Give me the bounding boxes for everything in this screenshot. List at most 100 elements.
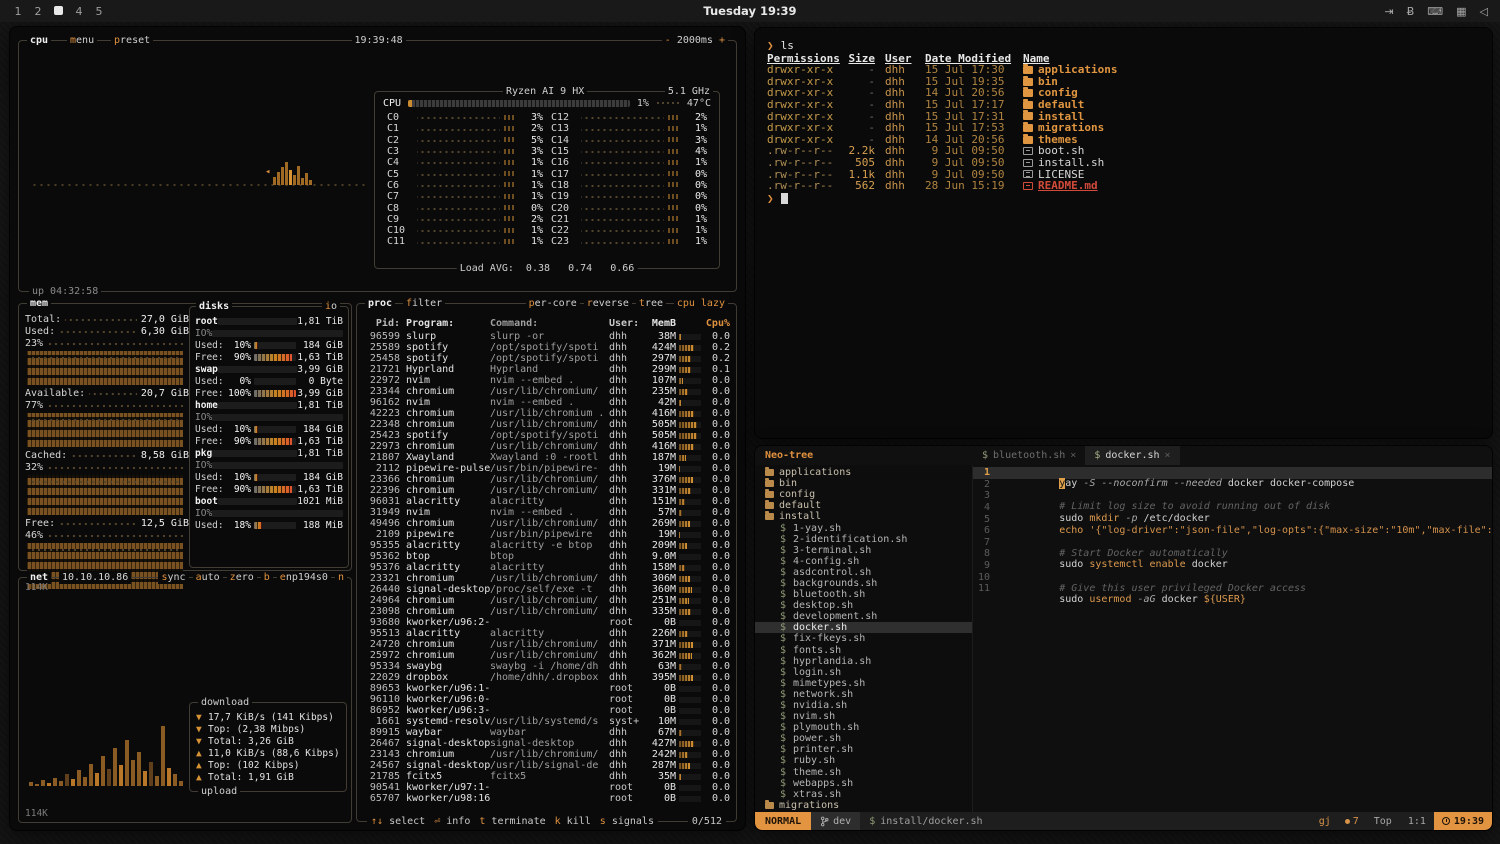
proc-toggle[interactable]: tree [636, 297, 666, 310]
screencast-icon[interactable]: ⇥ [1384, 5, 1393, 18]
net-toggle[interactable]: sync [158, 571, 188, 584]
tree-item[interactable]: applications [763, 467, 972, 478]
volume-icon[interactable]: ◁ [1480, 5, 1488, 18]
process-row[interactable]: 25972 chromium /usr/lib/chromium/ dhh 36… [361, 650, 732, 661]
process-row[interactable]: 23366 chromium /usr/lib/chromium/ dhh 37… [361, 474, 732, 485]
process-row[interactable]: 24964 chromium /usr/lib/chromium/ dhh 25… [361, 595, 732, 606]
process-row[interactable]: 90541 kworker/u97:1-bt root 0B 0.0 [361, 782, 732, 793]
process-row[interactable]: 65707 kworker/u98:16-b root 0B 0.0 [361, 793, 732, 804]
process-row[interactable]: 31949 nvim nvim --embed . dhh 57M 0.0 [361, 507, 732, 518]
process-row[interactable]: 25589 spotify /opt/spotify/spoti dhh 424… [361, 342, 732, 353]
preset-button[interactable]: preset [111, 34, 153, 47]
tree-item[interactable]: $ docker.sh [755, 622, 972, 633]
process-row[interactable]: 22029 dropbox /home/dhh/.dropbox dhh 395… [361, 672, 732, 683]
sort-selector[interactable]: cpu lazy [674, 297, 728, 310]
tree-item[interactable]: default [763, 500, 972, 511]
process-row[interactable]: 23344 chromium /usr/lib/chromium/ dhh 23… [361, 386, 732, 397]
tree-item[interactable]: $ nvim.sh [763, 711, 972, 722]
process-row[interactable]: 22973 chromium /usr/lib/chromium/ dhh 41… [361, 441, 732, 452]
process-row[interactable]: 96031 alacritty alacritty dhh 151M 0.0 [361, 496, 732, 507]
process-row[interactable]: 95513 alacritty alacritty dhh 226M 0.0 [361, 628, 732, 639]
tree-item[interactable]: migrations [763, 800, 972, 811]
process-row[interactable]: 24567 signal-desktop /usr/lib/signal-de … [361, 760, 732, 771]
process-row[interactable]: 21785 fcitx5 fcitx5 dhh 35M 0.0 [361, 771, 732, 782]
process-row[interactable]: 21807 Xwayland Xwayland :0 -rootl dhh 18… [361, 452, 732, 463]
process-row[interactable]: 2109 pipewire /usr/bin/pipewire dhh 19M … [361, 529, 732, 540]
process-row[interactable]: 25423 spotify /opt/spotify/spoti dhh 505… [361, 430, 732, 441]
process-row[interactable]: 96162 nvim nvim --embed . dhh 42M 0.0 [361, 397, 732, 408]
process-row[interactable]: 22972 nvim nvim --embed . dhh 107M 0.0 [361, 375, 732, 386]
process-row[interactable]: 24720 chromium /usr/lib/chromium/ dhh 37… [361, 639, 732, 650]
tree-item[interactable]: $ fonts.sh [763, 645, 972, 656]
process-row[interactable]: 23143 chromium /usr/lib/chromium/ dhh 24… [361, 749, 732, 760]
process-row[interactable]: 22348 chromium /usr/lib/chromium/ dhh 50… [361, 419, 732, 430]
tree-item[interactable]: $ fix-fkeys.sh [763, 633, 972, 644]
refresh-interval[interactable]: - 2000ms + [662, 34, 728, 47]
process-row[interactable]: 95362 btop btop dhh 9.0M 0.0 [361, 551, 732, 562]
tree-item[interactable]: $ login.sh [763, 667, 972, 678]
code-editor[interactable]: 1 yay -S --noconfirm --needed docker doc… [973, 465, 1492, 812]
proc-footer-button[interactable]: ↑↓ select [371, 815, 425, 828]
net-toggle[interactable]: auto [193, 571, 223, 584]
tree-item[interactable]: $ webapps.sh [763, 778, 972, 789]
process-row[interactable]: 95334 swaybg swaybg -i /home/dh dhh 63M … [361, 661, 732, 672]
process-row[interactable]: 96599 slurp slurp -or dhh 38M 0.0 [361, 331, 732, 342]
tree-item[interactable]: config [763, 489, 972, 500]
tree-item[interactable]: $ nvidia.sh [763, 700, 972, 711]
proc-footer-button[interactable]: t terminate [479, 815, 545, 828]
proc-footer-button[interactable]: s signals [600, 815, 654, 828]
net-toggle[interactable]: zero [227, 571, 257, 584]
process-row[interactable]: 95355 alacritty alacritty -e btop dhh 20… [361, 540, 732, 551]
process-row[interactable]: 1661 systemd-resolve /usr/lib/systemd/s … [361, 716, 732, 727]
process-row[interactable]: 96110 kworker/u96:0-dm root 0B 0.0 [361, 694, 732, 705]
tree-item[interactable]: $ printer.sh [763, 744, 972, 755]
tree-item[interactable]: $ power.sh [763, 733, 972, 744]
process-row[interactable]: 26467 signal-desktop signal-desktop dhh … [361, 738, 732, 749]
process-row[interactable]: 23098 chromium /usr/lib/chromium/ dhh 33… [361, 606, 732, 617]
tree-item[interactable]: $ 3-terminal.sh [763, 545, 972, 556]
net-toggle[interactable]: b [261, 571, 273, 584]
process-row[interactable]: 26440 signal-desktop /proc/self/exe -t d… [361, 584, 732, 595]
keyboard-icon[interactable]: ⌨ [1427, 5, 1443, 18]
shell-prompt[interactable]: ❯ [767, 193, 1480, 205]
menu-button[interactable]: menu [67, 34, 97, 47]
tree-item[interactable]: $ ruby.sh [763, 755, 972, 766]
net-toggle[interactable]: enp194s0 [277, 571, 331, 584]
proc-footer-button[interactable]: k kill [555, 815, 591, 828]
tree-item[interactable]: $ mimetypes.sh [763, 678, 972, 689]
tree-item[interactable]: $ network.sh [763, 689, 972, 700]
stats-icon[interactable]: ▦ [1456, 5, 1466, 18]
bluetooth-icon[interactable]: Ƀ [1407, 5, 1415, 18]
tree-item[interactable]: $ asdcontrol.sh [763, 567, 972, 578]
code-line[interactable]: 11 sudo usermod -aG docker ${USER} [973, 583, 1492, 595]
process-row[interactable]: 89653 kworker/u96:1-sd root 0B 0.0 [361, 683, 732, 694]
tree-item[interactable]: $ backgrounds.sh [763, 578, 972, 589]
process-row[interactable]: 22396 chromium /usr/lib/chromium/ dhh 33… [361, 485, 732, 496]
editor-tab[interactable]: $ docker.sh × [1085, 446, 1179, 465]
close-icon[interactable]: × [1070, 450, 1076, 461]
process-row[interactable]: 2112 pipewire-pulse /usr/bin/pipewire- d… [361, 463, 732, 474]
updates-count[interactable]: 7 [1338, 812, 1366, 830]
process-row[interactable]: 21721 Hyprland Hyprland dhh 299M 0.1 [361, 364, 732, 375]
tree-item[interactable]: $ hyprlandia.sh [763, 656, 972, 667]
editor-tab[interactable]: $ bluetooth.sh × [973, 446, 1085, 465]
tree-item[interactable]: bin [763, 478, 972, 489]
filter-button[interactable]: filter [403, 297, 445, 310]
tree-item[interactable]: install [763, 511, 972, 522]
process-row[interactable]: 89915 waybar waybar dhh 67M 0.0 [361, 727, 732, 738]
tree-item[interactable]: $ 4-config.sh [763, 556, 972, 567]
tree-item[interactable]: $ plymouth.sh [763, 722, 972, 733]
process-row[interactable]: 95376 alacritty alacritty dhh 158M 0.0 [361, 562, 732, 573]
close-icon[interactable]: × [1165, 450, 1171, 461]
process-row[interactable]: 93680 kworker/u96:2-gf root 0B 0.0 [361, 617, 732, 628]
tree-item[interactable]: $ desktop.sh [763, 600, 972, 611]
proc-toggle[interactable]: per-core [526, 297, 580, 310]
process-row[interactable]: 86952 kworker/u96:3-sd root 0B 0.0 [361, 705, 732, 716]
io-toggle[interactable]: io [322, 300, 340, 313]
process-row[interactable]: 25458 spotify /opt/spotify/spoti dhh 297… [361, 353, 732, 364]
git-branch[interactable]: dev [811, 812, 860, 830]
process-row[interactable]: 23321 chromium /usr/lib/chromium/ dhh 30… [361, 573, 732, 584]
tree-item[interactable]: $ 1-yay.sh [763, 522, 972, 533]
proc-footer-button[interactable]: ⏎ info [434, 815, 470, 828]
process-row[interactable]: 49496 chromium /usr/lib/chromium/ dhh 26… [361, 518, 732, 529]
